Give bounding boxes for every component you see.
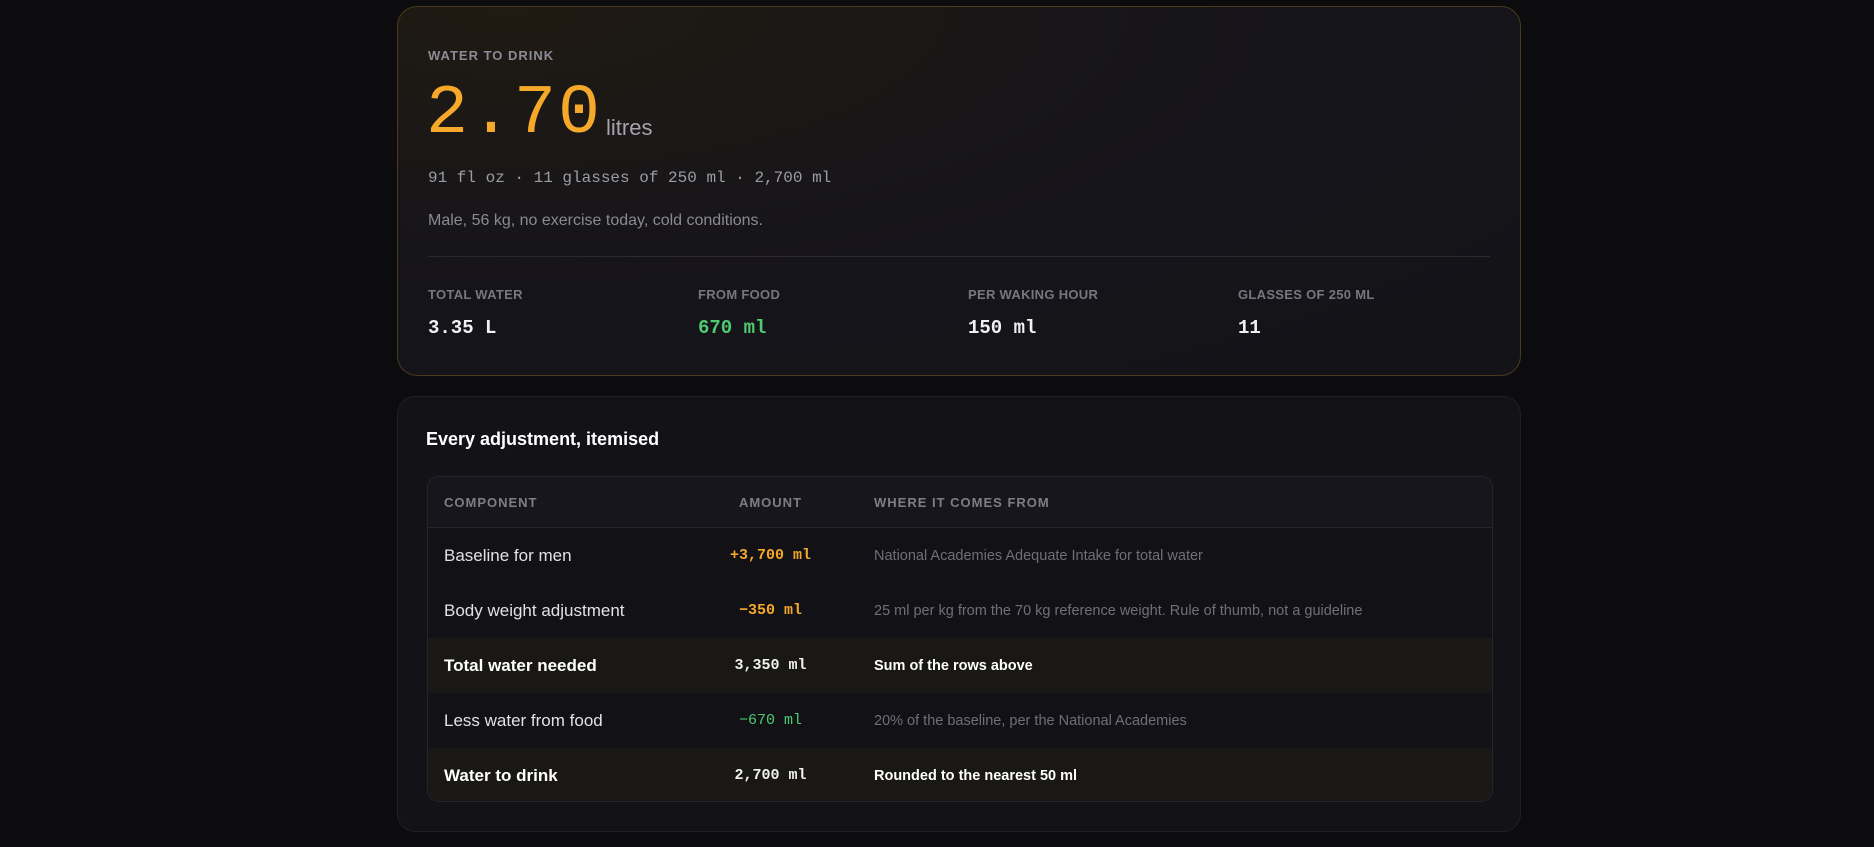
- stat-from-food: FROM FOOD 670 ml: [698, 287, 938, 339]
- stat-label: FROM FOOD: [698, 287, 781, 302]
- stat-label: GLASSES OF 250 ML: [1238, 287, 1375, 302]
- breakdown-card: Every adjustment, itemised COMPONENT AMO…: [397, 396, 1521, 832]
- row-amount: −350 ml: [738, 602, 802, 619]
- result-divider: [428, 256, 1490, 257]
- result-card: WATER TO DRINK 2.70 litres 91 fl oz · 11…: [397, 6, 1521, 376]
- table-row: Body weight adjustment −350 ml 25 ml per…: [428, 583, 1492, 638]
- column-header-component: COMPONENT: [428, 477, 683, 528]
- row-source: Rounded to the nearest 50 ml: [858, 748, 1492, 801]
- table-row-total: Water to drink 2,700 ml Rounded to the n…: [428, 748, 1492, 801]
- breakdown-table: COMPONENT AMOUNT WHERE IT COMES FROM Bas…: [428, 477, 1492, 801]
- table-row: Baseline for men +3,700 ml National Acad…: [428, 528, 1492, 584]
- stat-label: PER WAKING HOUR: [968, 287, 1099, 302]
- table-row: Less water from food −670 ml 20% of the …: [428, 693, 1492, 748]
- breakdown-title: Every adjustment, itemised: [426, 429, 660, 449]
- result-equivalents: 91 fl oz · 11 glasses of 250 ml · 2,700 …: [428, 169, 832, 187]
- table-header-row: COMPONENT AMOUNT WHERE IT COMES FROM: [428, 477, 1492, 528]
- row-source: 20% of the baseline, per the National Ac…: [874, 712, 1187, 729]
- row-component: Water to drink: [428, 748, 683, 801]
- result-value: 2.70: [426, 75, 603, 154]
- row-source: National Academies Adequate Intake for t…: [874, 547, 1203, 564]
- result-eyebrow: WATER TO DRINK: [428, 48, 555, 63]
- stat-value: 3.35 L: [428, 317, 497, 339]
- row-amount: 3,350 ml: [683, 638, 858, 693]
- stat-value: 670 ml: [698, 317, 767, 339]
- result-unit: litres: [606, 115, 653, 140]
- row-amount: 2,700 ml: [683, 748, 858, 801]
- row-component: Less water from food: [444, 710, 603, 730]
- stat-glasses: GLASSES OF 250 ML 11: [1238, 287, 1478, 339]
- row-amount: −670 ml: [738, 712, 802, 729]
- stat-label: TOTAL WATER: [428, 287, 523, 302]
- row-source: Sum of the rows above: [858, 638, 1492, 693]
- result-profile: Male, 56 kg, no exercise today, cold con…: [428, 212, 763, 229]
- column-header-amount: AMOUNT: [683, 477, 858, 528]
- row-component: Baseline for men: [444, 545, 572, 565]
- stat-total-water: TOTAL WATER 3.35 L: [428, 287, 668, 339]
- row-component: Body weight adjustment: [444, 600, 625, 620]
- column-header-source: WHERE IT COMES FROM: [858, 477, 1492, 528]
- stat-value: 11: [1238, 317, 1261, 339]
- row-source: 25 ml per kg from the 70 kg reference we…: [874, 602, 1363, 619]
- stat-value: 150 ml: [968, 317, 1037, 339]
- table-row-total: Total water needed 3,350 ml Sum of the r…: [428, 638, 1492, 693]
- row-amount: +3,700 ml: [729, 547, 811, 564]
- row-component: Total water needed: [428, 638, 683, 693]
- breakdown-table-wrapper: COMPONENT AMOUNT WHERE IT COMES FROM Bas…: [427, 476, 1493, 802]
- stat-per-waking-hour: PER WAKING HOUR 150 ml: [968, 287, 1208, 339]
